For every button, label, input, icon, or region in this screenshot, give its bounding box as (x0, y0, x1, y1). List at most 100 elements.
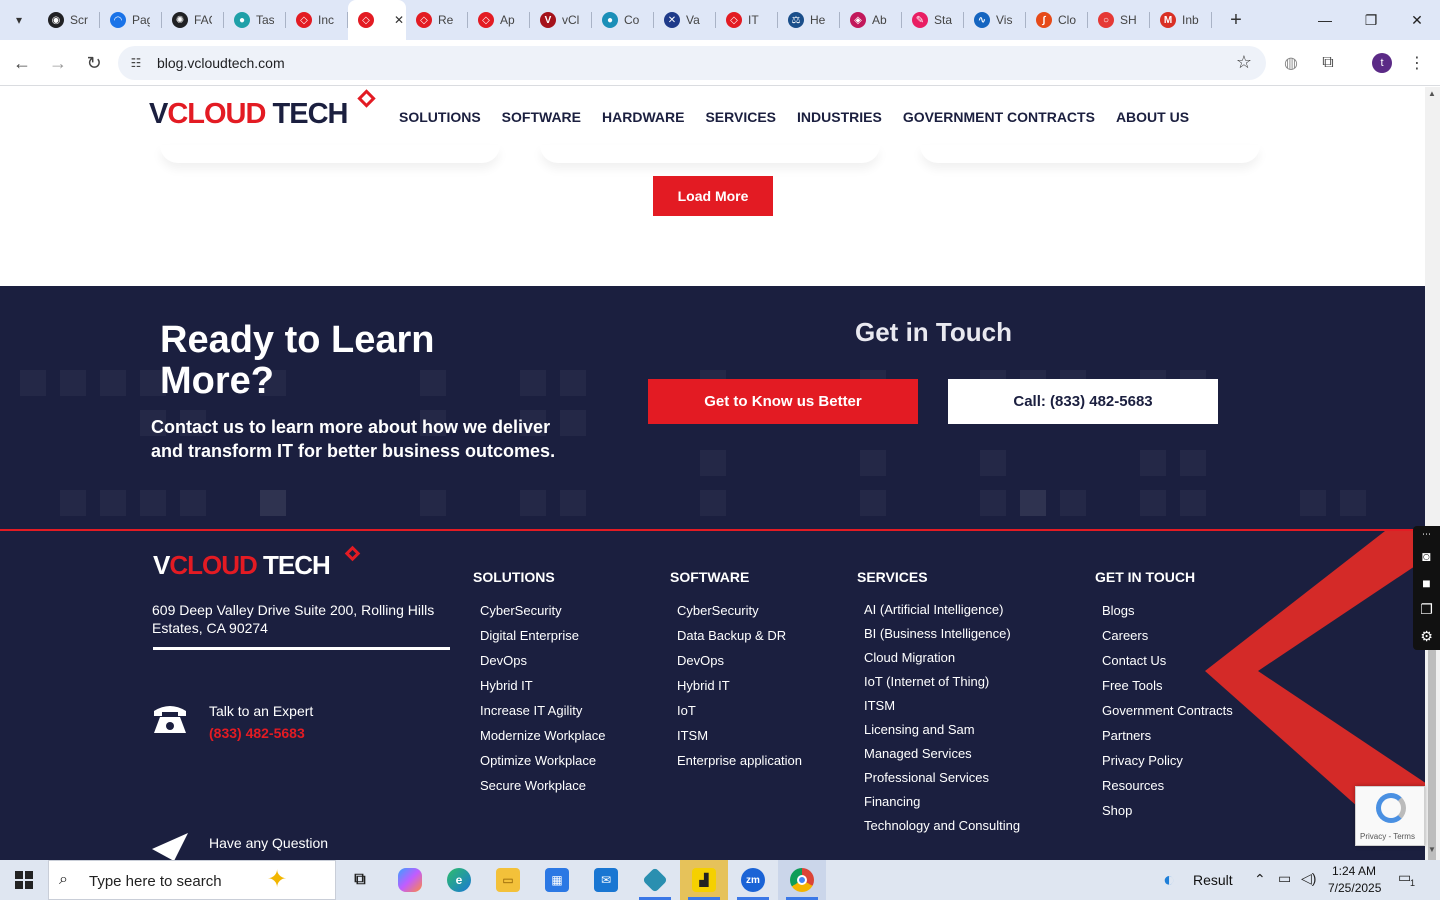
footer-link[interactable]: ITSM (864, 697, 1020, 721)
footer-link[interactable]: Partners (1102, 727, 1233, 752)
mail-icon[interactable]: ✉ (582, 860, 630, 900)
new-tab-button[interactable]: + (1224, 8, 1248, 32)
tab-search-chevron-icon[interactable]: ▾ (6, 7, 32, 33)
recaptcha-links[interactable]: Privacy - Terms (1360, 832, 1415, 841)
browser-tab[interactable]: ◇ IT (716, 0, 778, 40)
footer-link[interactable]: IoT (Internet of Thing) (864, 673, 1020, 697)
footer-link[interactable]: CyberSecurity (480, 602, 605, 627)
scroll-down-arrow-icon[interactable]: ▼ (1428, 845, 1436, 854)
tray-chevron-up-icon[interactable]: ⌃ (1254, 871, 1266, 888)
weather-text[interactable]: Result (1193, 872, 1233, 888)
browser-tab[interactable]: ◇ Inc (286, 0, 348, 40)
browser-tab[interactable]: ⚖ He (778, 0, 840, 40)
page-scrollbar[interactable]: ▲ ▼ (1425, 87, 1440, 887)
footer-link[interactable]: Licensing and Sam (864, 721, 1020, 745)
browser-tab[interactable]: ◉ Scr (38, 0, 100, 40)
know-us-button[interactable]: Get to Know us Better (648, 379, 918, 424)
footer-link[interactable]: Resources (1102, 777, 1233, 802)
footer-link[interactable]: Hybrid IT (677, 677, 802, 702)
video-camera-icon[interactable]: ■ (1413, 569, 1440, 596)
browser-tab[interactable]: ◠ Pag (100, 0, 162, 40)
nav-item-services[interactable]: SERVICES (705, 109, 776, 125)
footer-link[interactable]: AI (Artificial Intelligence) (864, 601, 1020, 625)
footer-link[interactable]: Enterprise application (677, 752, 802, 777)
footer-link[interactable]: Financing (864, 793, 1020, 817)
nav-item-software[interactable]: SOFTWARE (502, 109, 581, 125)
footer-link[interactable]: BI (Business Intelligence) (864, 625, 1020, 649)
load-more-button[interactable]: Load More (653, 176, 773, 216)
restore-button[interactable]: ❐ (1348, 0, 1394, 40)
footer-link[interactable]: Managed Services (864, 745, 1020, 769)
footer-link[interactable]: Digital Enterprise (480, 627, 605, 652)
footer-link[interactable]: IoT (677, 702, 802, 727)
footer-link[interactable]: DevOps (677, 652, 802, 677)
settings-gear-icon[interactable]: ⚙ (1413, 623, 1440, 650)
footer-link[interactable]: Hybrid IT (480, 677, 605, 702)
bookmark-star-icon[interactable]: ☆ (1236, 52, 1252, 73)
footer-link[interactable]: Careers (1102, 627, 1233, 652)
call-button[interactable]: Call: (833) 482-5683 (948, 379, 1218, 424)
browser-tab[interactable]: ● Co (592, 0, 654, 40)
chrome-icon[interactable] (778, 860, 826, 900)
volume-icon[interactable]: ◁) (1301, 870, 1316, 887)
microsoft-store-icon[interactable]: ▦ (533, 860, 581, 900)
browser-tab[interactable]: ◇ ✕ (348, 0, 406, 40)
browser-tab[interactable]: ✕ Va (654, 0, 716, 40)
footer-link[interactable]: Cloud Migration (864, 649, 1020, 673)
browser-tab[interactable]: ∫ Clo (1026, 0, 1088, 40)
footer-link[interactable]: Data Backup & DR (677, 627, 802, 652)
zoom-icon[interactable]: zm (729, 860, 777, 900)
footer-link[interactable]: Optimize Workplace (480, 752, 605, 777)
footer-link[interactable]: Contact Us (1102, 652, 1233, 677)
taskbar-search-box[interactable]: ⌕ Type here to search ✦ (48, 860, 336, 900)
nav-item-about-us[interactable]: ABOUT US (1116, 109, 1189, 125)
browser-tab[interactable]: VvCl (530, 0, 592, 40)
browser-tab[interactable]: ● Tas (224, 0, 286, 40)
footer-link[interactable]: Increase IT Agility (480, 702, 605, 727)
footer-link[interactable]: Free Tools (1102, 677, 1233, 702)
browser-tab[interactable]: ◈ Ab (840, 0, 902, 40)
translate-globe-icon[interactable]: ◍ (1278, 50, 1304, 76)
copilot-icon[interactable] (386, 860, 434, 900)
footer-link[interactable]: Government Contracts (1102, 702, 1233, 727)
expert-phone-link[interactable]: (833) 482-5683 (209, 725, 305, 741)
minimize-button[interactable]: — (1302, 0, 1348, 40)
scroll-up-arrow-icon[interactable]: ▲ (1428, 89, 1436, 98)
browser-tab[interactable]: ✺ FAQ (162, 0, 224, 40)
clock-date[interactable]: 7/25/2025 (1328, 881, 1381, 895)
forward-arrow-icon[interactable]: → (44, 49, 72, 77)
footer-link[interactable]: Secure Workplace (480, 777, 605, 802)
extensions-puzzle-icon[interactable]: ⧉ (1315, 50, 1341, 76)
clock-time[interactable]: 1:24 AM (1332, 864, 1376, 878)
footer-link[interactable]: Blogs (1102, 602, 1233, 627)
browser-tab[interactable]: ✎ Sta (902, 0, 964, 40)
browser-tab[interactable]: ◇ Ap (468, 0, 530, 40)
footer-link[interactable]: Technology and Consulting (864, 817, 1020, 841)
notification-icon[interactable]: ▭ 1 (1398, 869, 1420, 891)
footer-link[interactable]: Shop (1102, 802, 1233, 827)
edge-icon[interactable]: e (435, 860, 483, 900)
browser-tab[interactable]: ○ SH (1088, 0, 1150, 40)
camera-icon[interactable]: ◙ (1413, 542, 1440, 569)
footer-logo[interactable]: VCLOUD TECH (153, 550, 331, 581)
task-view-icon[interactable]: ⧉ (336, 860, 384, 900)
tab-close-icon[interactable]: ✕ (394, 13, 404, 27)
chrome-menu-icon[interactable]: ⋮ (1404, 50, 1430, 76)
recorder-menu-icon[interactable]: ⋯ (1413, 526, 1440, 542)
browser-tab[interactable]: ◇ Re (406, 0, 468, 40)
footer-link[interactable]: ITSM (677, 727, 802, 752)
footer-link[interactable]: CyberSecurity (677, 602, 802, 627)
profile-avatar[interactable]: t (1372, 53, 1392, 73)
app-icon[interactable] (631, 860, 679, 900)
nav-item-hardware[interactable]: HARDWARE (602, 109, 684, 125)
network-icon[interactable]: ▭ (1278, 870, 1291, 887)
nav-item-solutions[interactable]: SOLUTIONS (399, 109, 481, 125)
url-text[interactable]: blog.vcloudtech.com (157, 55, 285, 71)
nav-item-government-contracts[interactable]: GOVERNMENT CONTRACTS (903, 109, 1095, 125)
close-window-button[interactable]: ✕ (1394, 0, 1440, 40)
windows-icon[interactable]: ❐ (1413, 596, 1440, 623)
footer-link[interactable]: Professional Services (864, 769, 1020, 793)
browser-tab[interactable]: M Inb (1150, 0, 1212, 40)
file-explorer-icon[interactable]: ▭ (484, 860, 532, 900)
back-arrow-icon[interactable]: ← (8, 49, 36, 77)
